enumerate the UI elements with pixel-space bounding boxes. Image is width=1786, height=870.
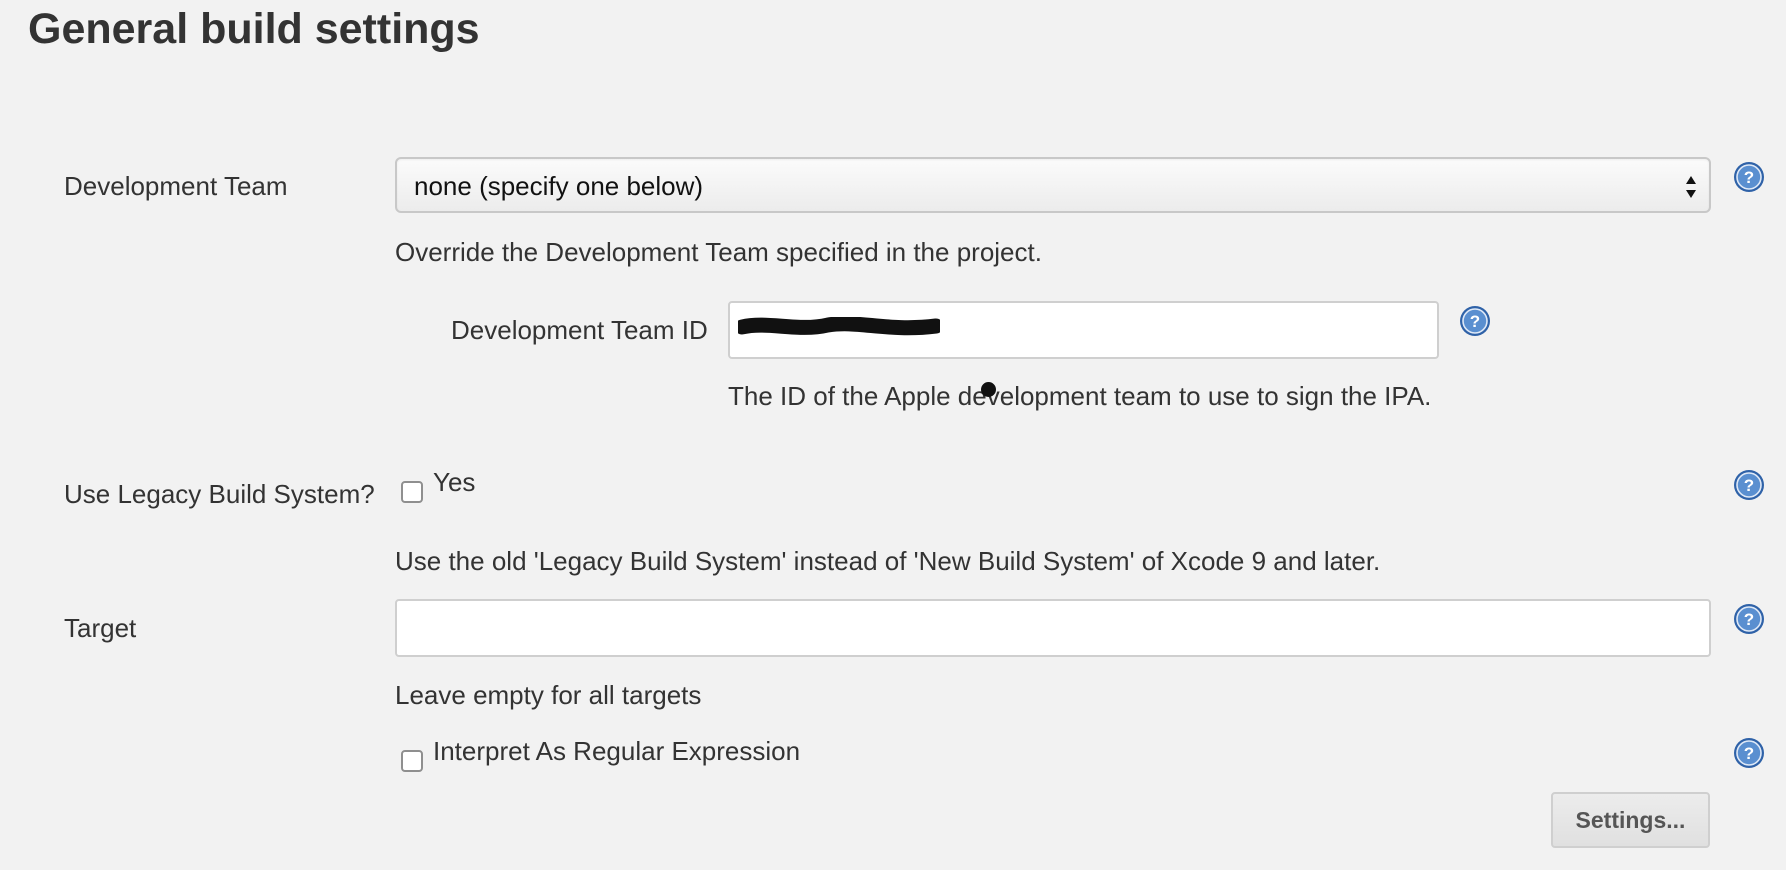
stray-dot [981, 382, 996, 397]
regex-label: Interpret As Regular Expression [433, 736, 801, 766]
help-icon[interactable]: ? [1733, 161, 1765, 193]
svg-text:?: ? [1744, 744, 1754, 763]
development-team-description: Override the Development Team specified … [395, 237, 1042, 267]
development-team-label: Development Team [64, 171, 288, 201]
development-team-id-description: The ID of the Apple development team to … [728, 381, 1432, 411]
legacy-build-checkbox[interactable] [401, 481, 423, 503]
target-description: Leave empty for all targets [395, 680, 702, 710]
development-team-select[interactable]: none (specify one below) [395, 157, 1711, 213]
target-label: Target [64, 613, 137, 643]
svg-text:?: ? [1744, 168, 1754, 187]
redaction-scribble [738, 317, 940, 336]
help-icon[interactable]: ? [1733, 737, 1765, 769]
legacy-build-description: Use the old 'Legacy Build System' instea… [395, 546, 1381, 576]
build-settings-panel: General build settings Development Team … [0, 0, 1786, 870]
svg-text:?: ? [1470, 312, 1480, 331]
legacy-build-label: Use Legacy Build System? [64, 479, 375, 509]
page-title: General build settings [28, 5, 480, 53]
help-icon[interactable]: ? [1733, 603, 1765, 635]
svg-text:?: ? [1744, 476, 1754, 495]
development-team-id-label: Development Team ID [451, 315, 708, 345]
development-team-selected-value: none (specify one below) [414, 171, 704, 201]
legacy-build-yes-label: Yes [433, 467, 476, 497]
help-icon[interactable]: ? [1733, 469, 1765, 501]
regex-checkbox[interactable] [401, 750, 423, 772]
select-arrows-icon [1686, 176, 1696, 198]
svg-text:?: ? [1744, 610, 1754, 629]
help-icon[interactable]: ? [1459, 305, 1491, 337]
target-input[interactable] [395, 599, 1711, 657]
settings-button[interactable]: Settings... [1551, 792, 1710, 848]
